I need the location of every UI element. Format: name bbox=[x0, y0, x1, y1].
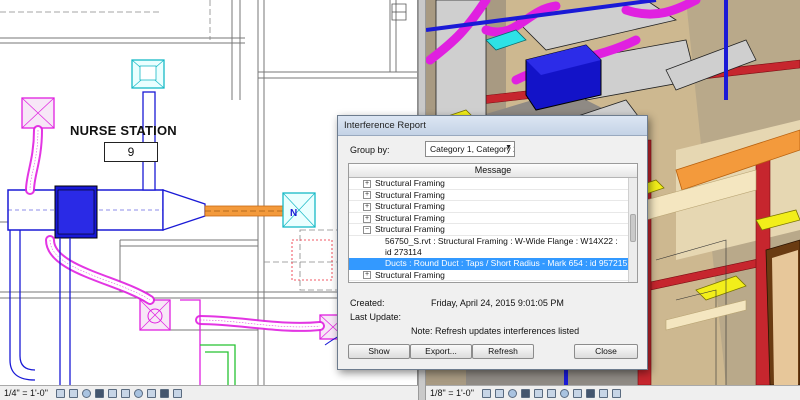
refresh-note: Note: Refresh updates interferences list… bbox=[411, 326, 580, 336]
expand-icon[interactable]: + bbox=[363, 214, 371, 223]
tree-item-label: Structural Framing bbox=[375, 201, 445, 212]
interference-report-dialog: Interference Report Group by: Category 1… bbox=[337, 115, 648, 370]
scrollbar-thumb[interactable] bbox=[630, 214, 636, 242]
expand-icon[interactable]: + bbox=[363, 271, 371, 280]
tree-item[interactable]: + Structural Framing bbox=[349, 213, 637, 225]
tree-item-label: Structural Framing bbox=[375, 269, 445, 280]
highlight-displacement-icon[interactable] bbox=[611, 388, 621, 398]
visual-style-icon[interactable] bbox=[68, 388, 78, 398]
crop-view-icon[interactable] bbox=[546, 388, 556, 398]
message-column-header[interactable]: Message bbox=[349, 164, 637, 178]
reveal-hidden-icon[interactable] bbox=[146, 388, 156, 398]
close-button[interactable]: Close bbox=[574, 344, 638, 359]
room-label: NURSE STATION bbox=[70, 123, 177, 138]
visual-style-icon[interactable] bbox=[494, 388, 504, 398]
interference-tree[interactable]: Message + Structural Framing + Structural … bbox=[348, 163, 638, 283]
chevron-down-icon: ▼ bbox=[505, 144, 512, 151]
group-by-value: Category 1, Category 2 bbox=[430, 144, 515, 154]
tree-item[interactable]: + Structural Framing bbox=[349, 178, 637, 190]
show-button[interactable]: Show bbox=[348, 344, 410, 359]
analytical-model-icon[interactable] bbox=[598, 388, 608, 398]
shadows-icon[interactable] bbox=[520, 388, 530, 398]
tree-child-item-selected[interactable]: Ducts : Round Duct : Taps / Short Radius… bbox=[349, 257, 637, 270]
expand-icon[interactable]: + bbox=[363, 202, 371, 211]
plan-view-status-bar: 1/4" = 1'-0" bbox=[0, 385, 418, 400]
collapse-icon[interactable]: − bbox=[363, 226, 371, 235]
plan-scale-label[interactable]: 1/4" = 1'-0" bbox=[0, 388, 54, 398]
tree-item-label: Structural Framing bbox=[375, 189, 445, 200]
group-by-dropdown[interactable]: Category 1, Category 2 ▼ bbox=[425, 141, 515, 157]
expand-icon[interactable]: + bbox=[363, 191, 371, 200]
tree-item[interactable]: + Structural Framing bbox=[349, 201, 637, 213]
group-by-label: Group by: bbox=[350, 145, 390, 155]
sun-path-icon[interactable] bbox=[507, 388, 517, 398]
reveal-hidden-icon[interactable] bbox=[585, 388, 595, 398]
sun-path-icon[interactable] bbox=[81, 388, 91, 398]
show-crop-region-icon[interactable] bbox=[120, 388, 130, 398]
tree-scrollbar[interactable] bbox=[628, 178, 637, 282]
temporary-hide-icon[interactable] bbox=[133, 388, 143, 398]
detail-level-icon[interactable] bbox=[481, 388, 491, 398]
created-value: Friday, April 24, 2015 9:01:05 PM bbox=[431, 298, 564, 308]
export-button[interactable]: Export... bbox=[410, 344, 472, 359]
tree-child-item[interactable]: 56750_S.rvt : Structural Framing : W-Wid… bbox=[349, 236, 637, 258]
tree-item-expanded[interactable]: − Structural Framing bbox=[349, 224, 637, 236]
dialog-title[interactable]: Interference Report bbox=[338, 116, 647, 136]
tree-item-label: Structural Framing bbox=[375, 212, 445, 223]
3d-view-status-bar: 1/8" = 1'-0" bbox=[426, 385, 800, 400]
detail-level-icon[interactable] bbox=[55, 388, 65, 398]
expand-icon[interactable]: + bbox=[363, 179, 371, 188]
tree-item[interactable]: + Structural Framing bbox=[349, 190, 637, 202]
3d-scale-label[interactable]: 1/8" = 1'-0" bbox=[426, 388, 480, 398]
render-icon[interactable] bbox=[533, 388, 543, 398]
temporary-hide-icon[interactable] bbox=[572, 388, 582, 398]
tree-item[interactable]: + Structural Framing bbox=[349, 270, 637, 282]
refresh-button[interactable]: Refresh bbox=[472, 344, 534, 359]
last-update-label: Last Update: bbox=[350, 312, 402, 322]
tree-item-label: Structural Framing bbox=[375, 224, 445, 235]
tree-item-label: Structural Framing bbox=[375, 178, 445, 188]
highlight-displacement-icon[interactable] bbox=[172, 388, 182, 398]
shadows-icon[interactable] bbox=[94, 388, 104, 398]
room-number-tag[interactable]: 9 bbox=[104, 142, 158, 162]
crop-view-icon[interactable] bbox=[107, 388, 117, 398]
lock-view-icon[interactable] bbox=[559, 388, 569, 398]
created-label: Created: bbox=[350, 298, 385, 308]
analytical-model-icon[interactable] bbox=[159, 388, 169, 398]
svg-text:N: N bbox=[290, 208, 297, 219]
